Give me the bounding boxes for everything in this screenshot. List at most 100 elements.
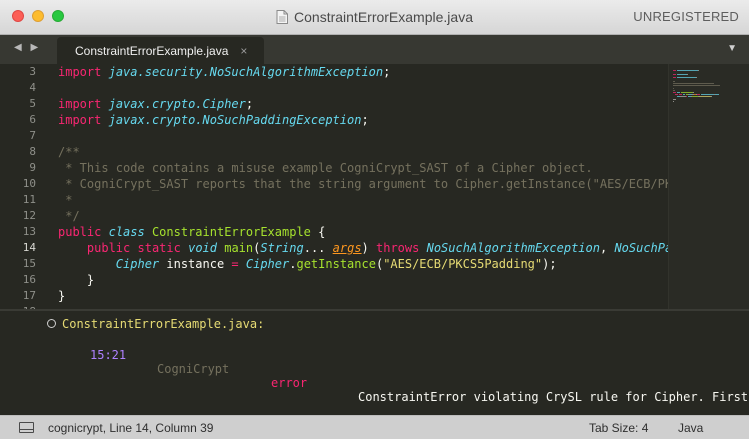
minimap-stroke: [673, 70, 676, 71]
tab-nav-arrows-icon[interactable]: ◀ ▶: [14, 42, 41, 53]
minimap-stroke: [673, 83, 714, 85]
minimap-stroke: [677, 92, 680, 93]
minimap-stroke: [673, 87, 674, 89]
code-token: args: [332, 241, 362, 255]
line-number: 12: [22, 209, 36, 222]
line-number: 16: [22, 273, 36, 286]
unregistered-label: UNREGISTERED: [633, 9, 739, 24]
code-token: public: [58, 225, 102, 239]
code-line[interactable]: [58, 128, 668, 144]
tab-label: ConstraintErrorExample.java: [75, 43, 229, 58]
minimap-stroke: [698, 70, 699, 71]
window-title: ConstraintErrorExample.java: [294, 9, 473, 25]
code-token: main: [224, 241, 254, 255]
code-line[interactable]: /**: [58, 144, 668, 160]
code-line[interactable]: * CogniCrypt_SAST reports that the strin…: [58, 176, 668, 192]
status-language[interactable]: Java: [678, 421, 703, 435]
output-file-heading: ConstraintErrorExample.java:: [47, 317, 264, 331]
code-token: getInstance: [296, 257, 376, 271]
output-file-name: ConstraintErrorExample.java:: [62, 317, 265, 331]
line-number: 3: [29, 65, 36, 78]
code-token: "AES/ECB/PKCS5Padding": [383, 257, 543, 271]
minimap-stroke: [681, 92, 693, 93]
minimap-stroke: [673, 100, 674, 102]
code-token: {: [310, 225, 326, 239]
code-token: Cipher: [245, 257, 290, 271]
line-number: 15: [22, 257, 36, 270]
code-token: class: [108, 225, 145, 239]
code-token: javax.crypto.NoSuchPaddingException: [108, 113, 362, 127]
code-line[interactable]: *: [58, 192, 668, 208]
code-line[interactable]: import javax.crypto.Cipher;: [58, 96, 668, 112]
code-line[interactable]: [58, 80, 668, 96]
minimap-stroke: [693, 92, 694, 93]
code-token: * CogniCrypt_SAST reports that the strin…: [58, 177, 668, 191]
code-token: NoSuchPa: [614, 241, 668, 255]
line-number: 13: [22, 225, 36, 238]
tab-close-icon[interactable]: ×: [240, 44, 247, 58]
minimap-stroke: [677, 70, 698, 71]
code-token: void: [188, 241, 217, 255]
result-position[interactable]: 15:21: [90, 348, 126, 362]
line-number: 7: [29, 129, 36, 142]
line-number: 14: [22, 241, 36, 254]
minimap-stroke: [675, 94, 678, 96]
code-line[interactable]: }: [58, 288, 668, 304]
close-window-button[interactable]: [12, 10, 24, 22]
minimap-stroke: [696, 76, 697, 78]
status-bar: cognicrypt, Line 14, Column 39 Tab Size:…: [0, 415, 749, 439]
code-line[interactable]: Cipher instance = Cipher.getInstance("AE…: [58, 256, 668, 272]
status-tab-size[interactable]: Tab Size: 4: [589, 421, 648, 435]
code-token: Cipher: [115, 257, 160, 271]
tab-bar: ◀ ▶ ConstraintErrorExample.java × ▼: [0, 35, 749, 64]
panel-toggle-icon[interactable]: [19, 422, 34, 433]
minimize-window-button[interactable]: [32, 10, 44, 22]
minimap-stroke: [686, 96, 687, 98]
code-token: ,: [599, 241, 615, 255]
result-level: error: [271, 376, 308, 390]
output-result-row[interactable]: 15:21 CogniCrypt error ConstraintError v…: [0, 334, 749, 404]
maximize-window-button[interactable]: [52, 10, 64, 22]
tab-constraint-error-example[interactable]: ConstraintErrorExample.java ×: [57, 37, 264, 64]
code-line[interactable]: */: [58, 208, 668, 224]
code-token: instance: [159, 257, 232, 271]
code-line[interactable]: public static void main(String... args) …: [58, 240, 668, 256]
code-token: ...: [303, 241, 333, 255]
line-number: 5: [29, 97, 36, 110]
code-line[interactable]: public class ConstraintErrorExample {: [58, 224, 668, 240]
line-number: 11: [22, 193, 36, 206]
code-line[interactable]: import java.security.NoSuchAlgorithmExce…: [58, 64, 668, 80]
code-line[interactable]: import javax.crypto.NoSuchPaddingExcepti…: [58, 112, 668, 128]
status-position: cognicrypt, Line 14, Column 39: [48, 421, 214, 435]
minimap[interactable]: [668, 64, 749, 309]
code-token: ;: [383, 65, 391, 79]
code-line[interactable]: }: [58, 272, 668, 288]
minimap-stroke: [701, 94, 714, 96]
output-panel[interactable]: ConstraintErrorExample.java: 15:21 Cogni…: [0, 311, 749, 415]
result-source: CogniCrypt: [157, 362, 230, 376]
minimap-stroke: [715, 94, 719, 96]
tab-dropdown-icon[interactable]: ▼: [727, 43, 737, 54]
code-token: String: [260, 241, 304, 255]
line-number: 8: [29, 145, 36, 158]
minimap-stroke: [677, 74, 687, 76]
minimap-stroke: [673, 89, 675, 91]
code-line[interactable]: * This code contains a misuse example Co…: [58, 160, 668, 176]
document-icon: [276, 10, 289, 24]
line-number: 10: [22, 177, 36, 190]
code-token: public: [86, 241, 131, 255]
code-token: static: [137, 241, 181, 255]
title-bar: ConstraintErrorExample.java UNREGISTERED: [0, 0, 749, 35]
minimap-stroke: [683, 94, 685, 96]
code-editor[interactable]: 3456789101112131415161718 import java.se…: [0, 64, 749, 309]
minimap-stroke: [711, 96, 712, 98]
code-token: /**: [58, 145, 80, 159]
code-token: );: [542, 257, 557, 271]
code-area[interactable]: import java.security.NoSuchAlgorithmExce…: [58, 64, 668, 309]
minimap-stroke: [673, 74, 676, 76]
